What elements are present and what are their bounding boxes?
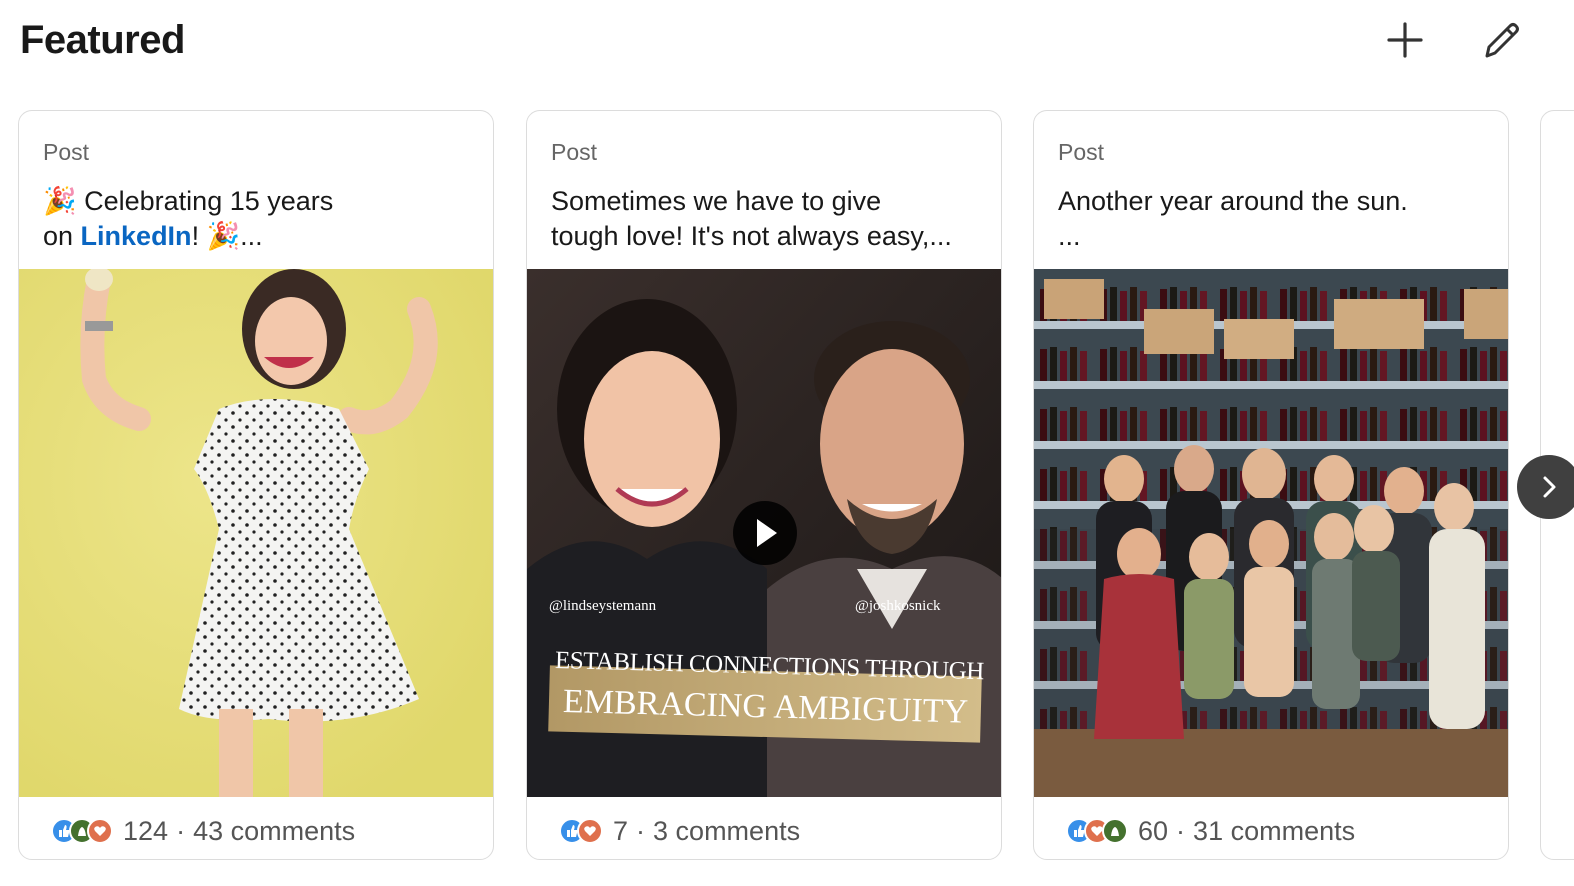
post-text: Another year around the sun. ... — [1058, 186, 1408, 251]
separator: · — [636, 815, 646, 846]
celebrating-woman-photo — [19, 269, 493, 797]
pencil-icon — [1485, 23, 1519, 58]
comments-count[interactable]: 43 comments — [193, 816, 355, 847]
comments-count[interactable]: 3 comments — [653, 816, 800, 847]
love-reaction-icon — [87, 818, 113, 844]
celebrate-reaction-icon — [1102, 818, 1128, 844]
separator: · — [1176, 815, 1186, 846]
post-video[interactable]: @lindseystemann @joshkosnick ESTABLISH C… — [527, 269, 1001, 797]
social-counts[interactable]: 7 · 3 comments — [559, 811, 800, 851]
reaction-icons — [51, 818, 117, 844]
post-text: 🎉 Celebrating 15 years on LinkedIn! 🎉... — [43, 184, 473, 254]
reaction-icons — [559, 818, 607, 844]
add-featured-button[interactable] — [1377, 12, 1433, 68]
card-type-label: Post — [551, 139, 598, 165]
card-type-label: Post — [1058, 139, 1105, 165]
group-photo-wine-shop — [1034, 269, 1508, 797]
reaction-icons — [1066, 818, 1132, 844]
comments-count[interactable]: 31 comments — [1193, 816, 1355, 847]
featured-post-card[interactable]: Post 🎉 Celebrating 15 years on LinkedIn!… — [18, 110, 494, 860]
featured-post-card[interactable]: Post Another year around the sun. ... 60… — [1033, 110, 1509, 860]
linkedin-link[interactable]: LinkedIn — [81, 221, 192, 251]
plus-icon — [1387, 22, 1423, 58]
love-reaction-icon — [577, 818, 603, 844]
post-text-part: ! 🎉... — [191, 221, 263, 251]
post-text: Sometimes we have to give tough love! It… — [551, 186, 952, 251]
post-image[interactable] — [19, 269, 493, 797]
featured-header: Featured — [0, 0, 1574, 90]
card-type-label: Post — [43, 139, 90, 165]
reaction-count[interactable]: 7 — [613, 816, 628, 847]
chevron-right-icon — [1543, 476, 1556, 498]
section-title: Featured — [20, 18, 185, 62]
carousel-next-button[interactable] — [1517, 455, 1574, 519]
reaction-count[interactable]: 60 — [1138, 816, 1168, 847]
featured-post-card[interactable]: Post Sometimes we have to give tough lov… — [526, 110, 1002, 860]
handle-right: @joshkosnick — [855, 598, 941, 614]
edit-featured-button[interactable] — [1473, 12, 1529, 68]
reaction-count[interactable]: 124 — [123, 816, 168, 847]
separator: · — [176, 815, 186, 846]
social-counts[interactable]: 60 · 31 comments — [1066, 811, 1355, 851]
social-counts[interactable]: 124 · 43 comments — [51, 811, 355, 851]
handle-left: @lindseystemann — [549, 598, 657, 614]
post-image[interactable] — [1034, 269, 1508, 797]
